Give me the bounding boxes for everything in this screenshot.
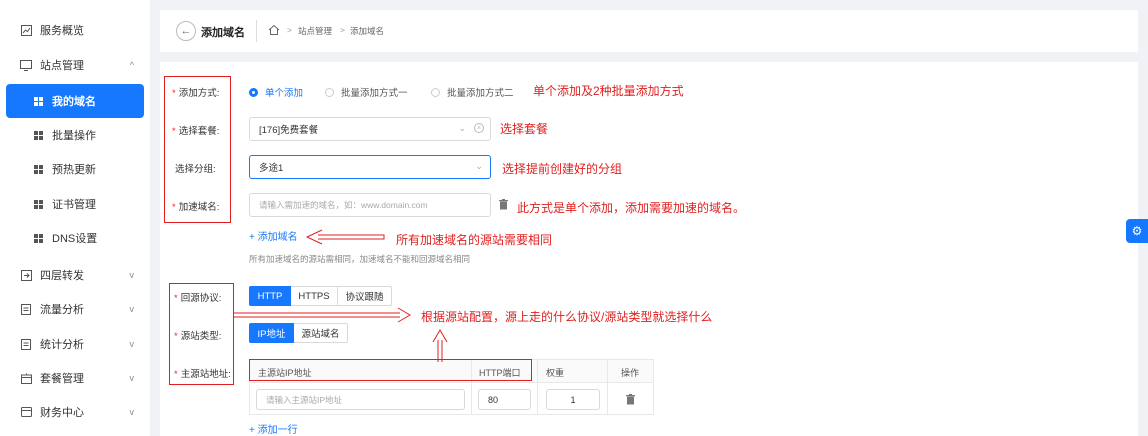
gear-icon: ⚙ xyxy=(1131,224,1143,238)
annotation-arrows xyxy=(234,229,448,362)
settings-float-button[interactable]: ⚙ xyxy=(1126,219,1148,243)
